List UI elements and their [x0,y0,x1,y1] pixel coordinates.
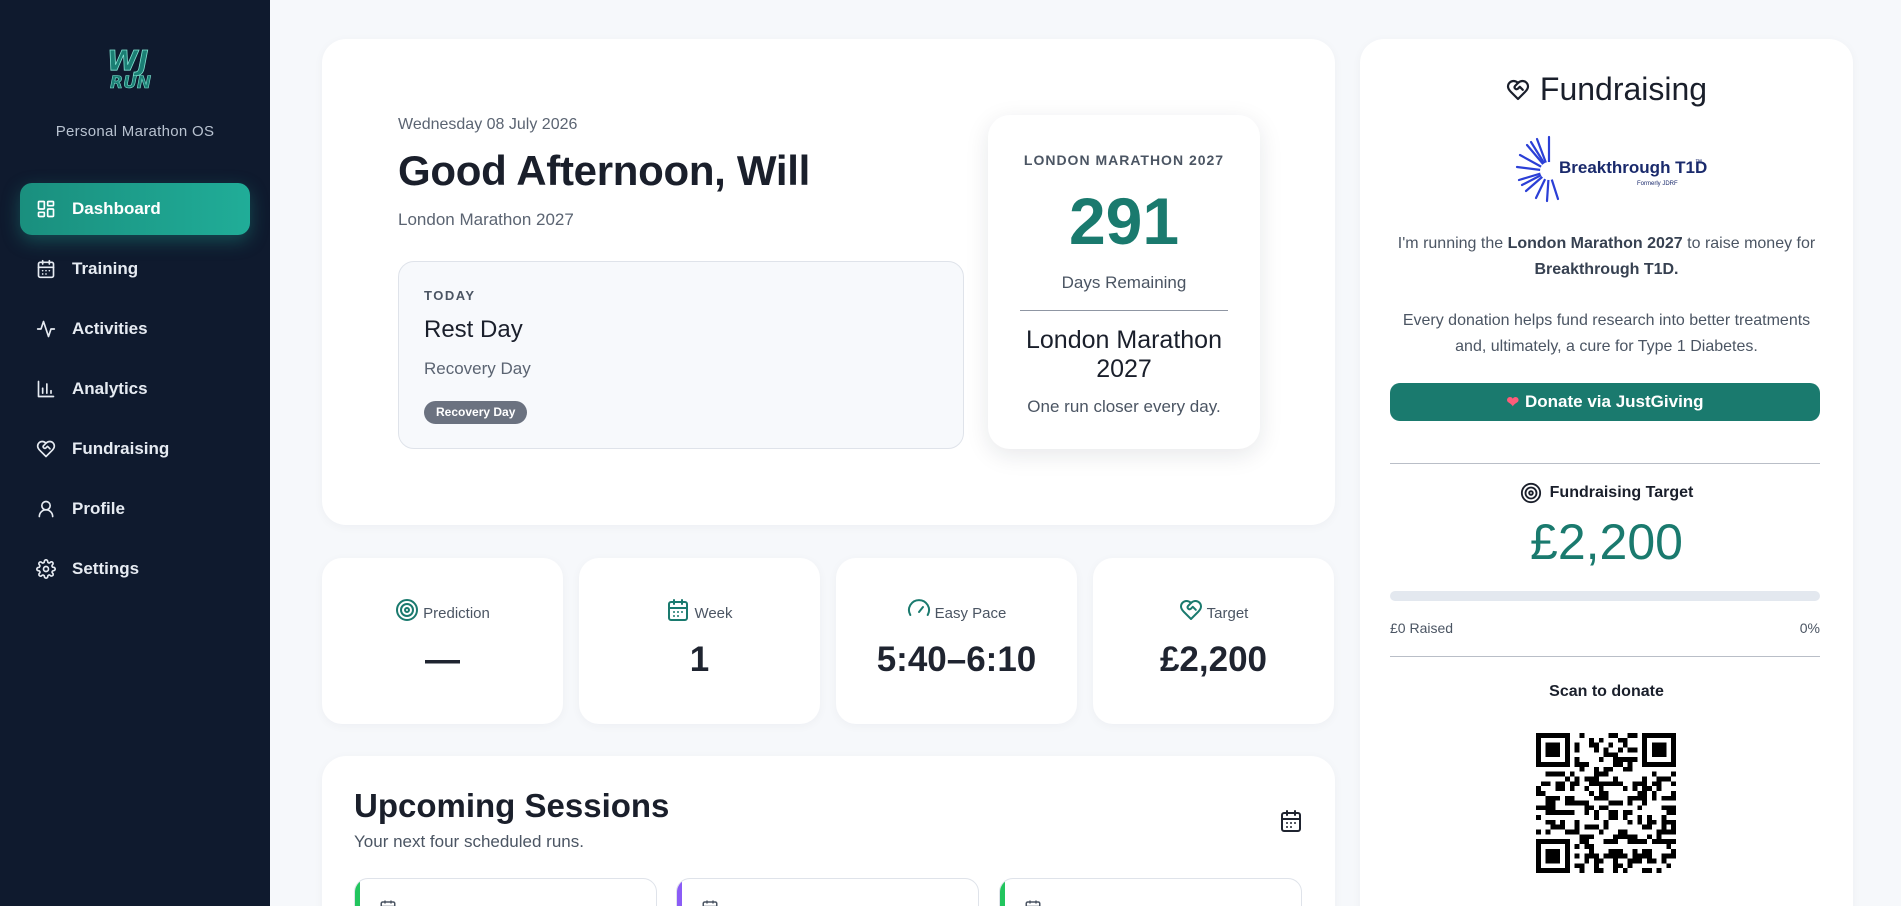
fundraising-progress-bar [1390,591,1820,601]
charity-trademark: ™ [1695,159,1702,166]
session-card[interactable] [354,878,657,906]
user-icon [38,500,54,518]
today-session[interactable]: TODAY Rest Day Recovery Day Recovery Day [398,261,964,449]
nav-label: Settings [72,559,140,578]
fundraising-card: Fundraising Breakthrough T1D ™ Formerly … [1360,39,1853,906]
target-icon [1520,482,1541,504]
target-amount: £2,200 [1530,514,1683,570]
nav-label: Dashboard [72,199,161,218]
stat-value: £2,200 [1159,640,1268,679]
nav-label: Analytics [72,379,148,398]
gauge-icon [907,599,930,616]
stat-label: Target [1206,605,1249,622]
current-date: Wednesday 08 July 2026 [398,116,578,133]
heart-handshake-icon [36,440,56,458]
stat-target: Target £2,200 [1093,558,1334,724]
app-tagline: Personal Marathon OS [55,123,215,140]
calendar-icon [380,900,396,906]
nav-label: Training [72,259,139,278]
nav-fundraising[interactable]: Fundraising [20,423,250,475]
app-logo[interactable]: WJ RUN [104,44,168,92]
upcoming-sessions-card: Upcoming Sessions Your next four schedul… [322,756,1335,906]
fundraising-title: Fundraising [1360,71,1853,108]
calendar-icon [37,259,55,279]
divider [1390,463,1820,464]
target-event: London Marathon 2027 [398,210,574,229]
logo-wordmark: RUN [110,73,151,92]
stat-value: 5:40–6:10 [876,640,1037,679]
divider [1020,310,1228,311]
section-title: Upcoming Sessions [354,787,670,824]
stat-value: — [425,640,460,679]
countdown-card: LONDON MARATHON 2027 291 Days Remaining … [988,115,1260,449]
charity-former-name: Formerly JDRF [1637,181,1678,187]
fundraising-body: Every donation helps fund research into … [1402,312,1811,355]
calendar-icon [668,599,689,621]
target-label: Fundraising Target [1549,484,1694,501]
charity-logo: Breakthrough T1D ™ Formerly JDRF [1515,135,1707,203]
session-card[interactable] [676,878,979,906]
calendar-icon[interactable] [1279,809,1303,833]
nav-label: Fundraising [72,439,170,458]
dashboard-icon [37,200,55,218]
donation-qr-code[interactable] [1536,733,1676,873]
session-type-bar [355,879,360,906]
nav-profile[interactable]: Profile [20,483,250,535]
nav-training[interactable]: Training [20,243,250,295]
stat-prediction: Prediction — [322,558,563,724]
target-icon [396,599,419,621]
stat-easy-pace: Easy Pace 5:40–6:10 [836,558,1077,724]
countdown-event: London Marathon 2027 [1026,326,1222,383]
nav-activities[interactable]: Activities [20,303,250,355]
donate-button[interactable]: ❤ Donate via JustGiving [1390,383,1820,421]
stat-label: Easy Pace [934,605,1007,622]
gear-icon [36,559,56,579]
today-label: TODAY [424,288,476,303]
scan-label: Scan to donate [1549,683,1664,700]
days-remaining-count: 291 [1068,184,1180,258]
sidebar: WJ RUN Personal Marathon OS Dashboard Tr… [0,0,270,906]
target-heading: Fundraising Target [1360,482,1853,504]
percent-raised: 0% [1799,620,1820,636]
session-type-bar [1000,879,1005,906]
countdown-label: LONDON MARATHON 2027 [1023,152,1225,168]
hero-card: Wednesday 08 July 2026 Good Afternoon, W… [322,39,1335,525]
today-title: Rest Day [424,316,523,343]
heart-handshake-icon [1506,79,1529,100]
today-subtitle: Recovery Day [424,359,531,378]
stat-label: Week [694,605,733,622]
nav-label: Activities [72,319,148,338]
heart-icon: ❤ [1506,394,1520,411]
session-type-badge: Recovery Day [424,401,528,424]
calendar-icon [702,900,718,906]
calendar-icon [1025,900,1041,906]
countdown-tagline: One run closer every day. [1027,397,1221,416]
heart-handshake-icon [1179,600,1202,620]
greeting: Good Afternoon, Will [398,147,810,194]
divider [1390,656,1820,657]
stat-label: Prediction [423,605,490,622]
main-nav: Dashboard Training Activities Analytics … [20,183,250,603]
stat-week: Week 1 [579,558,820,724]
fundraising-intro: I'm running the London Marathon 2027 to … [1397,235,1816,278]
nav-dashboard[interactable]: Dashboard [20,183,250,235]
section-subtitle: Your next four scheduled runs. [354,832,584,851]
bar-chart-icon [37,380,55,398]
nav-settings[interactable]: Settings [20,543,250,595]
session-type-bar [677,879,682,906]
session-card[interactable] [999,878,1302,906]
activity-icon [36,320,56,338]
days-remaining-label: Days Remaining [1061,273,1187,292]
nav-label: Profile [72,499,125,518]
fundraising-title-text: Fundraising [1539,71,1708,107]
amount-raised: £0 Raised [1390,620,1454,636]
stat-value: 1 [689,640,710,679]
charity-name: Breakthrough T1D [1559,158,1707,177]
nav-analytics[interactable]: Analytics [20,363,250,415]
